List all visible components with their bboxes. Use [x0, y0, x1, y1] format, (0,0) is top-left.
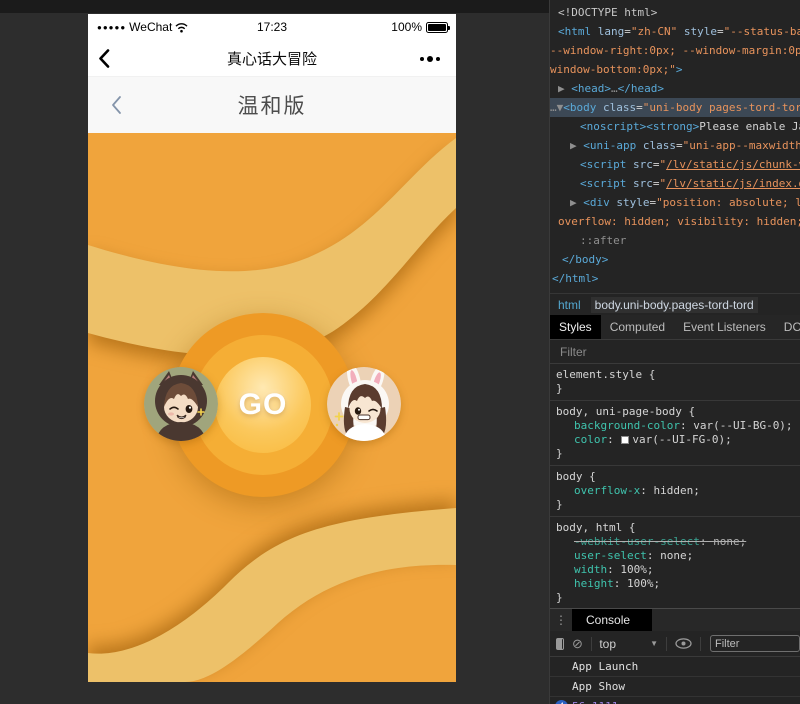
tab-styles[interactable]: Styles — [550, 315, 601, 339]
status-bar: ●●●●● WeChat 17:23 100% — [88, 14, 456, 40]
player-avatar-right — [327, 367, 401, 441]
tab-console[interactable]: Console — [572, 609, 652, 631]
code-line[interactable]: <noscript><strong>Please enable JavaS — [550, 117, 800, 136]
page-title: 真心话大冒险 — [88, 40, 456, 77]
code-line[interactable]: ▶ <uni-app class="uni-app--maxwidth">…< — [550, 136, 800, 155]
chevron-down-icon: ▼ — [650, 639, 658, 648]
console-sidebar-icon[interactable] — [556, 638, 564, 650]
console-message: 56 11114 — [550, 697, 800, 704]
phone-emulator: ●●●●● WeChat 17:23 100% 真心话大冒险 — [88, 14, 456, 682]
elements-tree: <!DOCTYPE html><html lang="zh-CN" style=… — [550, 0, 800, 293]
css-rule[interactable]: body {overflow-x: hidden;} — [550, 466, 800, 517]
battery-percent: 100% — [391, 20, 422, 34]
code-line[interactable]: ▶ <head>…</head> — [550, 79, 800, 98]
code-line[interactable]: <html lang="zh-CN" style="--status-bar-h… — [550, 22, 800, 41]
context-selector-value: top — [599, 637, 616, 651]
css-rule[interactable]: body, html {-webkit-user-select: none;us… — [550, 517, 800, 608]
breadcrumb-body[interactable]: body.uni-body.pages-tord-tord — [591, 297, 758, 313]
clear-console-icon[interactable]: ⊘ — [572, 636, 583, 652]
code-line[interactable]: <!DOCTYPE html> — [550, 3, 800, 22]
code-line[interactable]: <script src="/lv/static/js/index.dd97 — [550, 174, 800, 193]
code-line[interactable]: --window-right:0px; --window-margin:0px;… — [550, 41, 800, 60]
styles-pane: element.style {}body, uni-page-body {bac… — [550, 364, 800, 608]
tab-dom-breakpoints[interactable]: DOM Breakpoints — [775, 315, 800, 339]
window-top-strip — [0, 0, 549, 13]
css-declaration[interactable]: user-select: none; — [556, 549, 794, 563]
drawer-menu-icon[interactable]: ⋮ — [550, 609, 572, 631]
tab-computed[interactable]: Computed — [601, 315, 674, 339]
breadcrumb: html body.uni-body.pages-tord-tord — [550, 293, 800, 315]
battery-icon — [426, 22, 448, 33]
bunny-hood-avatar — [327, 367, 401, 441]
code-line[interactable]: ▶ <div style="position: absolute; left: — [550, 193, 800, 212]
devtools-panel: <!DOCTYPE html><html lang="zh-CN" style=… — [549, 0, 800, 704]
code-line[interactable]: </body> — [550, 250, 800, 269]
code-line[interactable]: …▼<body class="uni-body pages-tord-tord"… — [550, 98, 800, 117]
sub-header: 温和版 — [88, 77, 456, 133]
css-declaration[interactable]: height: 100%; — [556, 577, 794, 591]
tab-event-listeners[interactable]: Event Listeners — [674, 315, 775, 339]
code-line[interactable]: window-bottom:0px;"> — [550, 60, 800, 79]
css-declaration[interactable]: width: 100%; — [556, 563, 794, 577]
mode-title: 温和版 — [88, 77, 456, 133]
console-toolbar: ⊘ top ▼ — [550, 631, 800, 657]
go-button[interactable]: GO — [215, 357, 311, 453]
code-line[interactable]: ::after — [550, 231, 800, 250]
console-message: App Show — [550, 677, 800, 697]
code-line[interactable]: <script src="/lv/static/js/chunk-vend — [550, 155, 800, 174]
css-rule[interactable]: element.style {} — [550, 364, 800, 401]
css-declaration[interactable]: overflow-x: hidden; — [556, 484, 794, 498]
context-selector[interactable]: top ▼ — [599, 637, 658, 651]
more-menu-icon — [420, 57, 424, 61]
console-tabbar: ⋮ Console — [550, 609, 800, 631]
nav-bar: 真心话大冒险 — [88, 40, 456, 77]
css-rule[interactable]: body, uni-page-body {background-color: v… — [550, 401, 800, 466]
game-canvas: GO — [88, 133, 456, 682]
more-menu-button[interactable] — [420, 40, 440, 77]
live-expression-icon[interactable] — [675, 638, 692, 649]
cat-hood-avatar — [144, 367, 218, 441]
repeat-count-badge: 4 — [555, 700, 568, 704]
css-declaration[interactable]: background-color: var(--UI-BG-0); — [556, 419, 794, 433]
breadcrumb-html[interactable]: html — [558, 298, 581, 312]
console-messages: App LaunchApp Show56 11114 — [550, 657, 800, 704]
player-avatar-left — [144, 367, 218, 441]
code-line[interactable]: </html> — [550, 269, 800, 288]
screenshot-root: ●●●●● WeChat 17:23 100% 真心话大冒险 — [0, 0, 800, 704]
styles-tabs: StylesComputedEvent ListenersDOM Breakpo… — [550, 315, 800, 340]
styles-filter-bar — [550, 340, 800, 364]
color-swatch[interactable] — [621, 436, 629, 444]
go-label: GO — [215, 357, 311, 453]
code-line[interactable]: overflow: hidden; visibility: hidden;"> — [550, 212, 800, 231]
console-message: App Launch — [550, 657, 800, 677]
console-filter-input[interactable] — [710, 635, 800, 652]
status-right: 100% — [391, 14, 448, 40]
css-declaration[interactable]: color: var(--UI-FG-0); — [556, 433, 794, 447]
css-declaration[interactable]: -webkit-user-select: none; — [556, 535, 794, 549]
styles-filter-input[interactable] — [558, 344, 758, 360]
bottom-wave — [88, 508, 456, 682]
console-drawer: ⋮ Console ⊘ top ▼ App LaunchApp Show56 1… — [550, 608, 800, 704]
